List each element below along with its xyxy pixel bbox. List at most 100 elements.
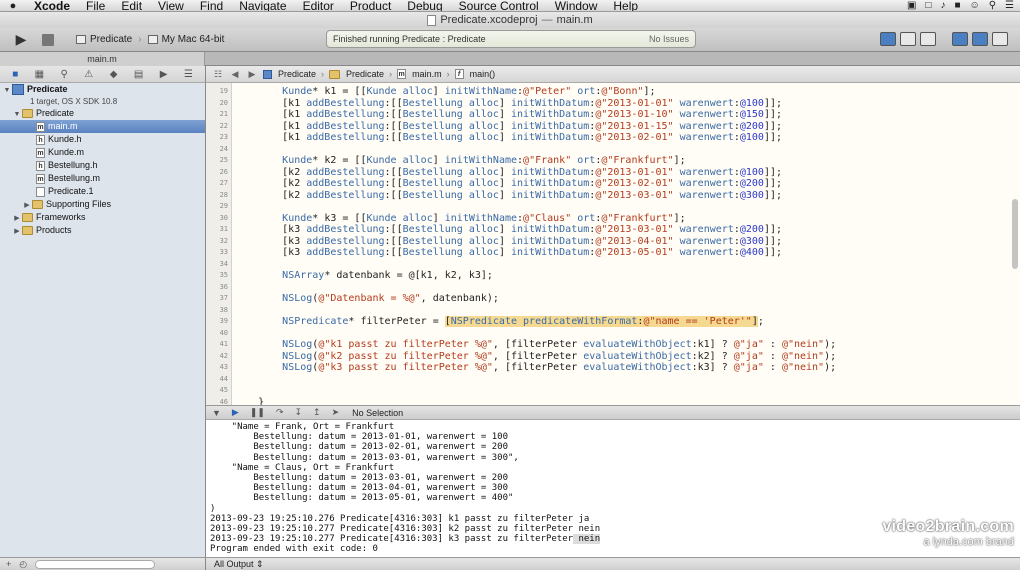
- file-kunde-m[interactable]: m Kunde.m: [0, 146, 205, 159]
- group-predicate[interactable]: ▼ Predicate: [0, 107, 205, 120]
- breakpoint-navigator-icon[interactable]: ▶: [160, 69, 168, 80]
- line-number-gutter[interactable]: 19 20 21 22 23 24 25 26 27 28 29 30 31 32 33 34 35 36 37 38…: [206, 83, 232, 405]
- breadcrumb-label: main(): [469, 69, 496, 79]
- notification-icon[interactable]: ☰: [1005, 0, 1014, 11]
- view-controls: [880, 32, 1008, 46]
- code-line[interactable]: [k1 addBestellung:[[Bestellung alloc] in…: [234, 109, 782, 121]
- menu-navigate[interactable]: Navigate: [231, 0, 294, 11]
- version-editor-button[interactable]: [920, 32, 936, 46]
- file-bestellung-h[interactable]: h Bestellung.h: [0, 159, 205, 172]
- code-line[interactable]: NSLog(@"Datenbank = %@", datenbank);: [234, 293, 499, 305]
- user-icon[interactable]: ☺: [969, 0, 979, 11]
- hide-debug-area-icon[interactable]: ▼: [212, 408, 221, 418]
- breadcrumb-group[interactable]: Predicate: [329, 69, 384, 79]
- toggle-debug-area-button[interactable]: [972, 32, 988, 46]
- output-selector[interactable]: All Output ⇕: [214, 559, 264, 569]
- code-line[interactable]: Kunde* k1 = [[Kunde alloc] initWithName:…: [234, 86, 655, 98]
- project-root[interactable]: ▼ Predicate 1 target, OS X SDK 10.8: [0, 84, 205, 106]
- menu-app[interactable]: Xcode: [26, 0, 78, 11]
- project-navigator-icon[interactable]: ■: [12, 69, 18, 80]
- scrollbar-thumb[interactable]: [1012, 199, 1018, 269]
- search-navigator-icon[interactable]: ⚲: [61, 69, 68, 80]
- navigator-filter-field[interactable]: [35, 559, 156, 569]
- code-line[interactable]: NSLog(@"k2 passt zu filterPeter %@", [fi…: [234, 351, 836, 363]
- menu-edit[interactable]: Edit: [113, 0, 150, 11]
- menu-find[interactable]: Find: [192, 0, 231, 11]
- menu-editor[interactable]: Editor: [295, 0, 342, 11]
- debug-navigator-icon[interactable]: ▤: [134, 69, 143, 80]
- code-line[interactable]: [k3 addBestellung:[[Bestellung alloc] in…: [234, 247, 782, 259]
- symbol-navigator-icon[interactable]: ▦: [35, 69, 44, 80]
- toggle-utilities-button[interactable]: [992, 32, 1008, 46]
- toggle-navigator-button[interactable]: [952, 32, 968, 46]
- code-line[interactable]: NSLog(@"k3 passt zu filterPeter %@", [fi…: [234, 362, 836, 374]
- code-line[interactable]: [k1 addBestellung:[[Bestellung alloc] in…: [234, 121, 782, 133]
- group-frameworks[interactable]: ▶ Frameworks: [0, 211, 205, 224]
- issue-navigator-icon[interactable]: ⚠: [84, 69, 93, 80]
- menu-help[interactable]: Help: [605, 0, 646, 11]
- related-items-icon[interactable]: ☷: [212, 69, 224, 80]
- flag-icon[interactable]: ■: [954, 0, 960, 11]
- code-line[interactable]: [k1 addBestellung:[[Bestellung alloc] in…: [234, 132, 782, 144]
- breakpoints-toggle-icon[interactable]: ▶: [232, 407, 239, 418]
- volume-icon[interactable]: ♪: [940, 0, 945, 11]
- file-predicate-1[interactable]: Predicate.1: [0, 185, 205, 198]
- code-line[interactable]: [k2 addBestellung:[[Bestellung alloc] in…: [234, 190, 782, 202]
- scheme-selector[interactable]: Predicate › My Mac 64-bit: [76, 34, 224, 45]
- code-line[interactable]: [k1 addBestellung:[[Bestellung alloc] in…: [234, 98, 782, 110]
- stop-button[interactable]: [42, 33, 54, 46]
- source-editor[interactable]: 19 20 21 22 23 24 25 26 27 28 29 30 31 32 33 34 35 36 37 38…: [206, 83, 1020, 405]
- recent-files-icon[interactable]: ◴: [19, 559, 27, 570]
- test-navigator-icon[interactable]: ◆: [110, 69, 118, 80]
- code-line[interactable]: NSLog(@"k1 passt zu filterPeter %@", [fi…: [234, 339, 836, 351]
- group-products[interactable]: ▶ Products: [0, 224, 205, 238]
- step-over-icon[interactable]: ↷: [276, 407, 284, 418]
- code-line[interactable]: NSPredicate* filterPeter = [NSPredicate …: [234, 316, 764, 328]
- folder-icon: [32, 200, 43, 210]
- back-icon[interactable]: ◀: [229, 69, 241, 80]
- breadcrumb-function[interactable]: f main(): [454, 69, 496, 79]
- project-name: Predicate: [27, 84, 68, 94]
- code-line[interactable]: [k3 addBestellung:[[Bestellung alloc] in…: [234, 236, 782, 248]
- group-supporting-files[interactable]: ▶ Supporting Files: [0, 198, 205, 211]
- code-line[interactable]: }: [234, 397, 264, 406]
- file-kunde-h[interactable]: h Kunde.h: [0, 133, 205, 146]
- camera-icon[interactable]: ▣: [907, 0, 916, 11]
- code-line[interactable]: Kunde* k2 = [[Kunde alloc] initWithName:…: [234, 155, 685, 167]
- assistant-editor-button[interactable]: [900, 32, 916, 46]
- disclosure-open-icon[interactable]: ▼: [2, 85, 12, 96]
- apple-icon[interactable]: ●: [0, 0, 26, 11]
- line-number: 44: [219, 374, 228, 383]
- menu-window[interactable]: Window: [547, 0, 606, 11]
- menu-product[interactable]: Product: [342, 0, 399, 11]
- menu-debug[interactable]: Debug: [399, 0, 450, 11]
- issues-label[interactable]: No Issues: [649, 34, 689, 44]
- tab-main-m[interactable]: main.m: [0, 52, 205, 66]
- m-file-icon: m: [36, 173, 45, 184]
- forward-icon[interactable]: ▶: [246, 69, 258, 80]
- editor-scrollbar[interactable]: [1012, 89, 1018, 389]
- run-button[interactable]: ▶: [10, 31, 32, 49]
- code-line[interactable]: NSArray* datenbank = @[k1, k2, k3];: [234, 270, 493, 282]
- pause-icon[interactable]: ❚❚: [250, 407, 265, 418]
- standard-editor-button[interactable]: [880, 32, 896, 46]
- code-line[interactable]: Kunde* k3 = [[Kunde alloc] initWithName:…: [234, 213, 685, 225]
- add-icon[interactable]: +: [6, 559, 11, 569]
- code-line[interactable]: [k2 addBestellung:[[Bestellung alloc] in…: [234, 167, 782, 179]
- spotlight-icon[interactable]: ⚲: [989, 0, 996, 11]
- log-navigator-icon[interactable]: ☰: [184, 69, 193, 80]
- menu-source-control[interactable]: Source Control: [451, 0, 547, 11]
- step-into-icon[interactable]: ↧: [294, 407, 302, 418]
- breadcrumb-file[interactable]: m main.m: [397, 69, 442, 79]
- menu-view[interactable]: View: [150, 0, 192, 11]
- location-icon[interactable]: ➤: [332, 407, 340, 418]
- step-out-icon[interactable]: ↥: [313, 407, 321, 418]
- code-line[interactable]: [k3 addBestellung:[[Bestellung alloc] in…: [234, 224, 782, 236]
- breadcrumb-project[interactable]: Predicate: [263, 69, 316, 79]
- menu-file[interactable]: File: [78, 0, 113, 11]
- disclosure-closed-icon[interactable]: ▶: [12, 225, 22, 238]
- file-bestellung-m[interactable]: m Bestellung.m: [0, 172, 205, 185]
- lock-icon[interactable]: □: [925, 0, 931, 11]
- file-main-m[interactable]: m main.m: [0, 120, 205, 133]
- code-line[interactable]: [k2 addBestellung:[[Bestellung alloc] in…: [234, 178, 782, 190]
